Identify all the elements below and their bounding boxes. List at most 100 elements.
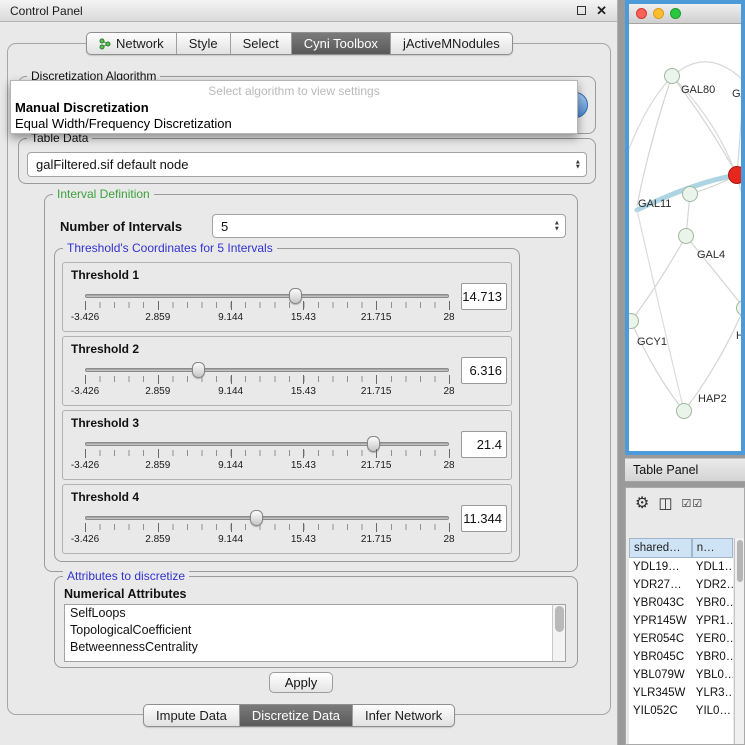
table-body: YDL19…YDL1…YDR27…YDR2…YBR043CYBR0…YPR145… <box>629 558 733 720</box>
dropdown-option-equal-width-frequency[interactable]: Equal Width/Frequency Discretization <box>11 116 577 132</box>
column-header-shared[interactable]: shared… <box>629 538 692 558</box>
tab-jactivemnodules[interactable]: jActiveMNodules <box>391 33 512 54</box>
network-icon <box>99 38 111 50</box>
slider-track[interactable] <box>85 442 449 446</box>
table-row[interactable]: YDR27…YDR2… <box>629 576 733 594</box>
network-node-label: H <box>736 330 741 342</box>
slider-track[interactable] <box>85 368 449 372</box>
network-node[interactable] <box>676 403 692 419</box>
tab-discretize-data[interactable]: Discretize Data <box>240 705 353 726</box>
table-row[interactable]: YPR145WYPR1… <box>629 612 733 630</box>
network-node-label: GAL11 <box>638 198 671 210</box>
minimize-icon[interactable] <box>577 6 586 15</box>
threshold-4-slider[interactable]: -3.4262.8599.14415.4321.71528 <box>85 509 449 551</box>
attribute-list-item[interactable]: BetweennessCentrality <box>65 639 565 656</box>
number-of-intervals-combobox[interactable]: 5 <box>212 214 566 238</box>
tab-style[interactable]: Style <box>177 33 231 54</box>
tick-label: 2.859 <box>145 460 170 471</box>
tab-cyni-toolbox[interactable]: Cyni Toolbox <box>292 33 391 54</box>
slider-ticks: -3.4262.8599.14415.4321.71528 <box>85 375 449 401</box>
tick-label: 21.715 <box>361 312 392 323</box>
apply-button[interactable]: Apply <box>269 672 333 693</box>
tick-label: 15.43 <box>291 534 316 545</box>
table-row[interactable]: YLR345WYLR3… <box>629 684 733 702</box>
table-cell: YPR1… <box>692 612 733 630</box>
tick-mark <box>449 301 450 310</box>
mac-close-icon[interactable] <box>636 8 647 19</box>
threshold-value-field[interactable]: 6.316 <box>461 357 507 384</box>
threshold-value-field[interactable]: 14.713 <box>461 283 507 310</box>
mac-minimize-icon[interactable] <box>653 8 664 19</box>
tab-infer-network[interactable]: Infer Network <box>353 705 454 726</box>
slider-track[interactable] <box>85 294 449 298</box>
minor-ticks <box>85 450 449 456</box>
attribute-list-item[interactable]: SelfLoops <box>65 605 565 622</box>
close-icon[interactable] <box>596 4 607 17</box>
dropdown-option-manual-discretization[interactable]: Manual Discretization <box>11 100 577 116</box>
desktop: Control Panel Network Style <box>0 0 745 745</box>
numerical-attributes-list[interactable]: SelfLoopsTopologicalCoefficientBetweenne… <box>64 604 566 662</box>
threshold-1-slider[interactable]: -3.4262.8599.14415.4321.71528 <box>85 287 449 329</box>
threshold-value-field[interactable]: 11.344 <box>461 505 507 532</box>
tab-impute-data[interactable]: Impute Data <box>144 705 240 726</box>
slider-track[interactable] <box>85 516 449 520</box>
tab-select[interactable]: Select <box>231 33 292 54</box>
tick-mark <box>376 375 377 384</box>
column-header-name[interactable]: n… <box>692 538 733 558</box>
network-node[interactable] <box>678 228 694 244</box>
table-scrollbar[interactable] <box>734 538 744 744</box>
threshold-4-panel: Threshold 4 -3.4262.8599.14415.4321.7152… <box>62 484 512 554</box>
network-node-label: GA <box>732 88 741 100</box>
table-cell: YIL052C <box>629 702 692 720</box>
tick-label: 9.144 <box>218 534 243 545</box>
slider-ticks: -3.4262.8599.14415.4321.71528 <box>85 523 449 549</box>
threshold-2-slider[interactable]: -3.4262.8599.14415.4321.71528 <box>85 361 449 403</box>
columns-icon[interactable]: ◫ <box>658 494 672 512</box>
network-view-window: GAL80GAGAL11GAL4GCY1HHAP2 <box>625 0 745 455</box>
table-cell: YBL079W <box>629 666 692 684</box>
threshold-label: Threshold 1 <box>71 268 139 282</box>
table-data-combobox[interactable]: galFiltered.sif default node <box>27 152 587 177</box>
table-row[interactable]: YBL079WYBL0… <box>629 666 733 684</box>
network-node[interactable] <box>682 186 698 202</box>
threshold-label: Threshold 4 <box>71 490 139 504</box>
network-node-label: GAL4 <box>697 249 725 261</box>
threshold-3-slider[interactable]: -3.4262.8599.14415.4321.71528 <box>85 435 449 477</box>
table-row[interactable]: YIL052CYIL0… <box>629 702 733 720</box>
tick-mark <box>303 301 304 310</box>
table-panel-window: ⚙ ◫ ☑☑ shared… n… YDL19…YDL1…YDR27…YDR2…… <box>625 487 745 745</box>
list-scrollbar[interactable] <box>552 605 565 661</box>
tick-mark <box>158 449 159 458</box>
tab-label: Discretize Data <box>252 708 340 723</box>
table-cell: YBR043C <box>629 594 692 612</box>
tick-label: 21.715 <box>361 386 392 397</box>
table-row[interactable]: YER054CYER0… <box>629 630 733 648</box>
scrollbar-thumb[interactable] <box>555 606 564 632</box>
dropdown-placeholder: Select algorithm to view settings <box>11 83 577 100</box>
tick-label: 28 <box>443 312 454 323</box>
select-columns-checkboxes-icon[interactable]: ☑☑ <box>682 497 704 510</box>
network-node-selected[interactable] <box>728 166 741 184</box>
gear-icon[interactable]: ⚙ <box>635 493 649 513</box>
table-cell: YDL19… <box>629 558 692 576</box>
tick-label: 15.43 <box>291 460 316 471</box>
table-cell: YDR27… <box>629 576 692 594</box>
table-row[interactable]: YDL19…YDL1… <box>629 558 733 576</box>
tab-network[interactable]: Network <box>87 33 177 54</box>
tick-mark <box>85 375 86 384</box>
combobox-value: 5 <box>221 219 228 234</box>
tick-mark <box>158 301 159 310</box>
network-canvas[interactable]: GAL80GAGAL11GAL4GCY1HHAP2 <box>629 24 741 448</box>
table-row[interactable]: YBR043CYBR0… <box>629 594 733 612</box>
network-node[interactable] <box>664 68 680 84</box>
tick-mark <box>303 523 304 532</box>
mac-zoom-icon[interactable] <box>670 8 681 19</box>
scrollbar-thumb[interactable] <box>737 540 743 582</box>
tick-mark <box>85 301 86 310</box>
threshold-value-field[interactable]: 21.4 <box>461 431 507 458</box>
attribute-list-item[interactable]: TopologicalCoefficient <box>65 622 565 639</box>
table-row[interactable]: YBR045CYBR0… <box>629 648 733 666</box>
minor-ticks <box>85 376 449 382</box>
table-cell: YLR3… <box>692 684 733 702</box>
table-cell: YPR145W <box>629 612 692 630</box>
